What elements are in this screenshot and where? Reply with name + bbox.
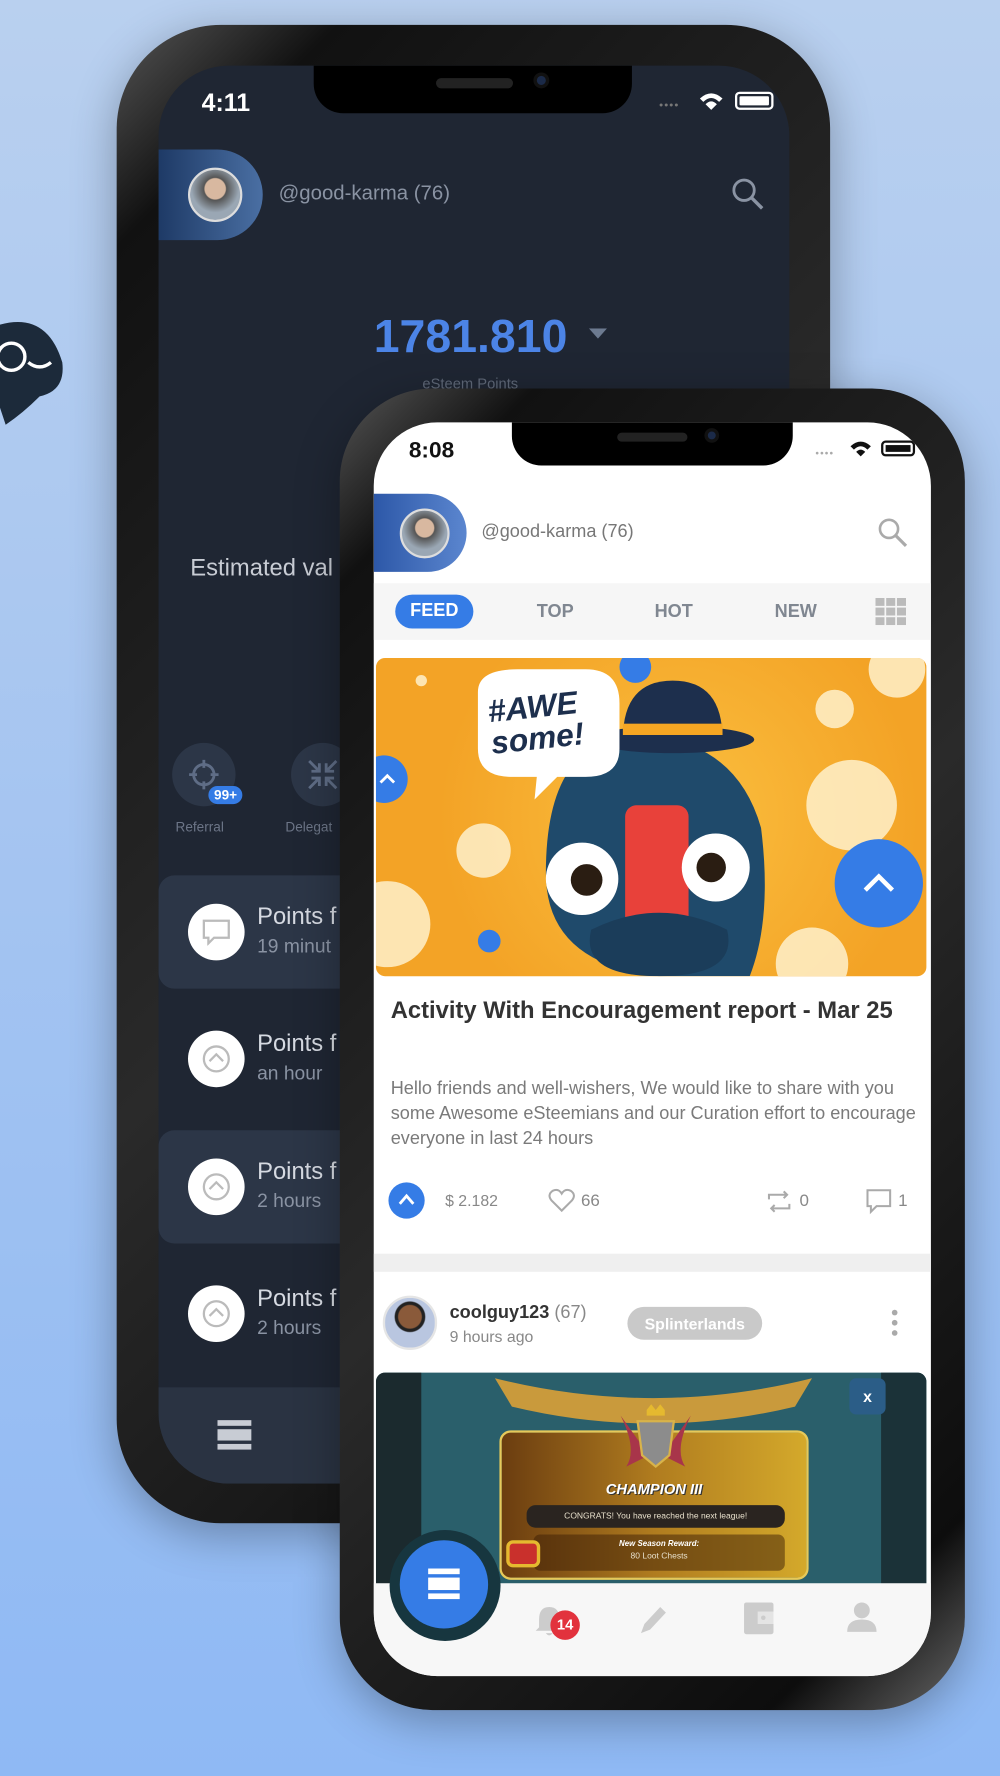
estimated-value-label: Estimated val: [190, 554, 334, 581]
row-title: Points f: [257, 1030, 337, 1057]
league-shield-icon: [620, 1404, 691, 1469]
username: @good-karma (76): [278, 181, 450, 204]
signal-icon: ••••: [815, 447, 835, 459]
comment-count[interactable]: 1: [898, 1191, 907, 1210]
menu-icon: [428, 1568, 460, 1600]
speaker: [617, 432, 688, 442]
row-time: an hour: [257, 1062, 323, 1084]
row-title: Points f: [257, 903, 337, 930]
speaker: [436, 78, 514, 89]
scroll-top-button[interactable]: [834, 839, 923, 928]
avatar[interactable]: [187, 167, 243, 222]
upvote-icon: [202, 1300, 230, 1328]
upvote-icon: [202, 1173, 230, 1201]
notch: [313, 65, 632, 114]
champion-title: CHAMPION III: [605, 1480, 703, 1498]
referral-button[interactable]: 99+: [172, 742, 243, 807]
tag-chip[interactable]: Splinterlands: [627, 1306, 763, 1340]
avatar[interactable]: [399, 508, 450, 559]
awesome-illustration: [375, 657, 926, 977]
profile-pill[interactable]: [158, 149, 263, 241]
battery-icon: [881, 440, 916, 457]
comment-icon[interactable]: [865, 1188, 892, 1215]
post-time: 9 hours ago: [449, 1327, 534, 1346]
reblog-count[interactable]: 0: [800, 1191, 809, 1210]
upvote-icon: [202, 1045, 230, 1073]
champion-card: CHAMPION III CONGRATS! You have reached …: [499, 1404, 809, 1580]
reward-box: New Season Reward: 80 Loot Chests: [533, 1534, 785, 1571]
signal-icon: ••••: [659, 99, 680, 113]
author-avatar[interactable]: [382, 1295, 438, 1350]
author-reputation: (67): [554, 1303, 587, 1323]
row-title: Points f: [257, 1285, 337, 1312]
delegation-icon: [308, 760, 338, 790]
feed-screen: 8:08 •••• @good-karma (76) FEED TOP HOT …: [373, 422, 931, 1677]
post-title[interactable]: Activity With Encouragement report - Mar…: [391, 995, 912, 1027]
notch: [511, 422, 793, 466]
profile-pill[interactable]: [373, 493, 467, 572]
close-icon[interactable]: x: [849, 1378, 886, 1415]
chevron-up-icon: [863, 873, 895, 892]
pencil-icon[interactable]: [638, 1602, 670, 1636]
referral-label: Referral: [175, 818, 224, 835]
author-line: coolguy123 (67): [450, 1304, 587, 1324]
wifi-icon: [699, 93, 723, 110]
menu-fab-button[interactable]: [399, 1540, 489, 1629]
username: @good-karma (76): [481, 522, 634, 542]
status-time: 4:11: [201, 88, 251, 117]
notification-badge: 14: [550, 1610, 580, 1640]
upvote-button[interactable]: [388, 1182, 425, 1219]
row-title: Points f: [257, 1158, 337, 1185]
tab-feed[interactable]: FEED: [395, 594, 474, 629]
image-edge: [881, 1372, 927, 1600]
tab-new[interactable]: NEW: [775, 602, 817, 622]
row-time: 2 hours: [257, 1317, 322, 1339]
menu-icon[interactable]: [217, 1418, 252, 1452]
points-balance[interactable]: 1781.810: [374, 310, 568, 363]
grid-view-icon[interactable]: [875, 597, 907, 626]
reblog-icon[interactable]: [767, 1189, 792, 1214]
row-icon-circle: [187, 1158, 245, 1216]
payout-value[interactable]: $ 2.182: [445, 1191, 498, 1209]
tab-bar: FEED TOP HOT NEW: [373, 583, 931, 640]
row-icon-circle: [187, 1030, 245, 1088]
vote-count[interactable]: 66: [581, 1191, 600, 1210]
camera: [533, 72, 550, 89]
post-summary[interactable]: Hello friends and well-wishers, We would…: [391, 1077, 918, 1152]
row-icon-circle: [187, 1285, 245, 1343]
chevron-up-icon: [379, 773, 396, 784]
battery-icon: [734, 91, 774, 110]
heart-icon[interactable]: [548, 1188, 575, 1213]
referral-badge: 99+: [208, 785, 243, 805]
more-options-icon[interactable]: [890, 1308, 899, 1337]
wifi-icon: [850, 441, 871, 457]
search-icon[interactable]: [877, 516, 909, 548]
tab-top[interactable]: TOP: [537, 602, 574, 622]
comment-icon: [202, 919, 230, 946]
delegation-label: Delegat: [285, 818, 333, 835]
chest-icon: [506, 1540, 541, 1568]
divider: [373, 1253, 931, 1272]
upvote-dot: [477, 929, 501, 953]
camera: [704, 428, 720, 443]
row-time: 2 hours: [257, 1190, 322, 1212]
post-image[interactable]: #AWE some!: [375, 657, 927, 977]
image-caption: #AWE some!: [486, 684, 586, 761]
author-name[interactable]: coolguy123: [450, 1304, 550, 1323]
reward-label: New Season Reward:: [619, 1540, 700, 1549]
wallet-icon[interactable]: [743, 1601, 775, 1635]
row-time: 19 minut: [257, 935, 331, 957]
status-time: 8:08: [408, 438, 455, 464]
caret-down-icon[interactable]: [588, 328, 608, 339]
row-icon-circle: [187, 903, 245, 961]
profile-icon[interactable]: [847, 1601, 877, 1633]
congrats-text: CONGRATS! You have reached the next leag…: [526, 1505, 785, 1528]
search-icon[interactable]: [730, 177, 764, 211]
reward-value: 80 Loot Chests: [630, 1550, 688, 1561]
esteem-whale-logo: [0, 321, 63, 425]
chevron-up-icon: [398, 1193, 415, 1205]
tab-hot[interactable]: HOT: [655, 602, 693, 622]
